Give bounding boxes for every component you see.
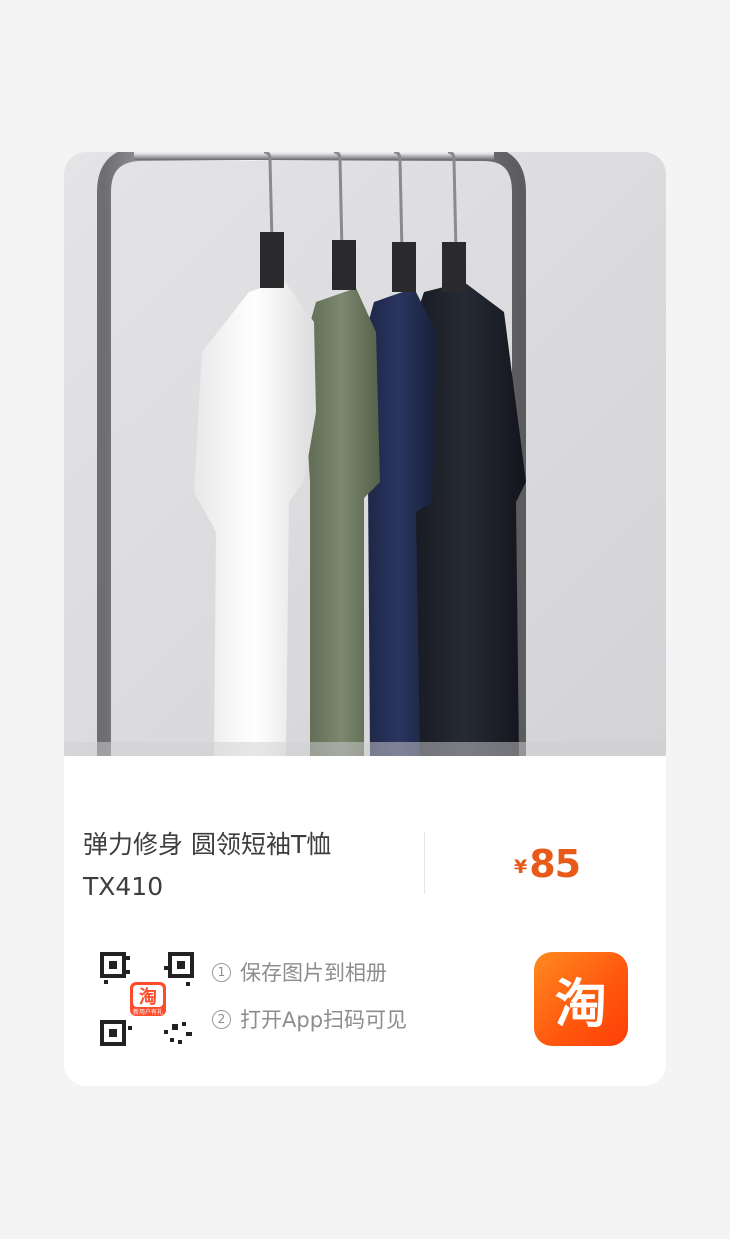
step-2-text: 打开App扫码可见: [240, 1008, 408, 1032]
instruction-step-1: 1 保存图片到相册: [212, 956, 407, 988]
product-image[interactable]: [64, 152, 666, 756]
title-price-divider: [424, 832, 425, 894]
qr-code[interactable]: 淘 新用户有礼: [100, 952, 196, 1048]
step-1-number: 1: [212, 962, 231, 982]
step-1-text: 保存图片到相册: [240, 961, 387, 985]
price-amount: 85: [529, 842, 581, 886]
qr-badge-subtext: 新用户有礼: [133, 1008, 163, 1016]
taobao-app-icon[interactable]: 淘: [534, 952, 628, 1046]
share-card: 弹力修身 圆领短袖T恤 TX410 ¥85 淘 新用户有礼 1 保存图片到相册 …: [64, 152, 666, 1086]
qr-badge-icon: 淘: [139, 986, 157, 1008]
qr-pattern: 淘 新用户有礼: [100, 952, 194, 1046]
price-currency: ¥: [514, 856, 528, 878]
scan-instructions: 1 保存图片到相册 2 打开App扫码可见: [212, 956, 407, 1050]
instruction-step-2: 2 打开App扫码可见: [212, 1003, 407, 1035]
taobao-logo-text: 淘: [554, 974, 607, 1035]
product-price: ¥85: [514, 842, 581, 886]
step-2-number: 2: [212, 1009, 231, 1029]
product-title[interactable]: 弹力修身 圆领短袖T恤 TX410: [83, 824, 413, 908]
